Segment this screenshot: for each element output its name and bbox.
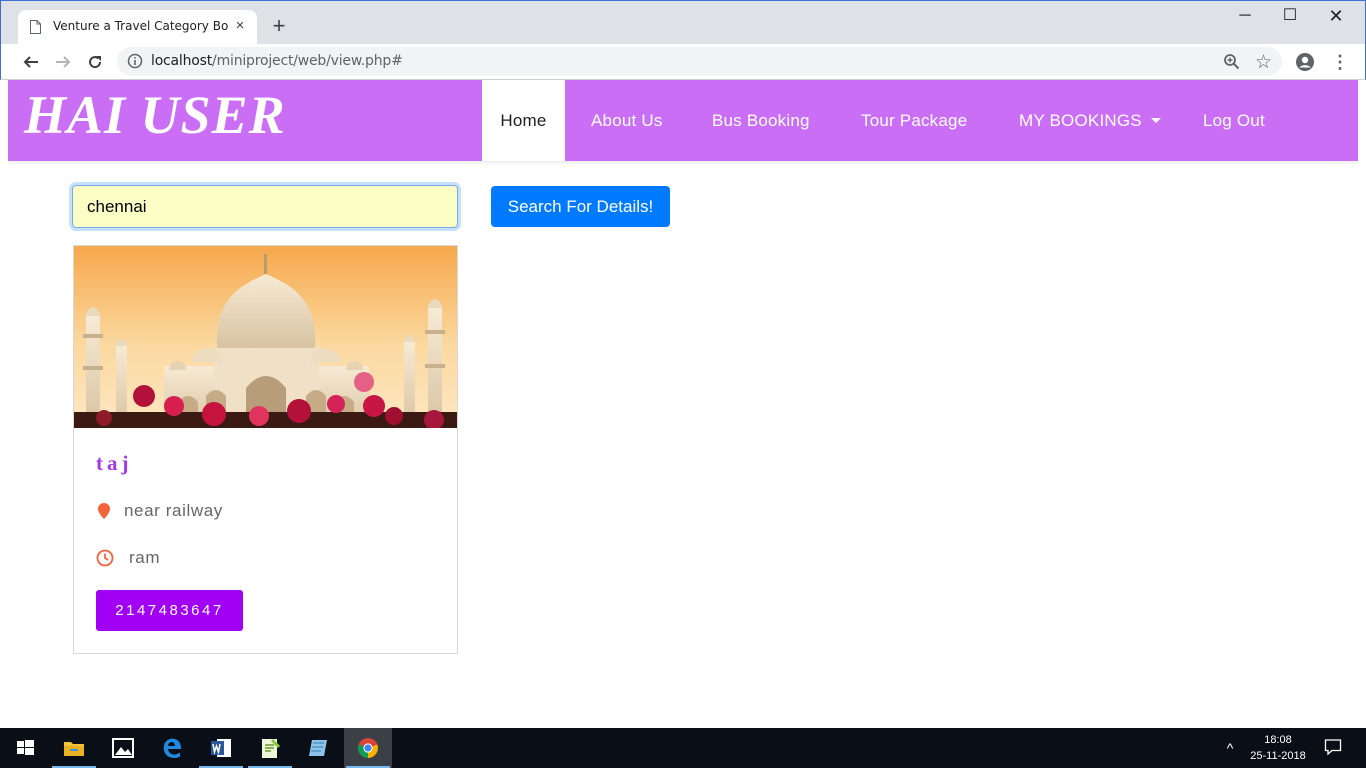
forward-arrow-icon — [56, 56, 71, 68]
window-maximize-button[interactable]: ☐ — [1280, 6, 1300, 26]
reload-button[interactable] — [83, 50, 107, 74]
taskbar-notepad-plus[interactable] — [246, 728, 294, 768]
notes-icon — [309, 740, 327, 756]
taskbar-photos[interactable] — [99, 728, 147, 768]
back-arrow-icon — [23, 56, 38, 68]
taskbar-clock[interactable]: 18:08 25-11-2018 — [1240, 732, 1316, 764]
taj-mahal-image — [74, 246, 457, 428]
clock-time: 18:08 — [1264, 734, 1292, 746]
menu-icon[interactable]: ⋮ — [1331, 52, 1349, 72]
notification-icon[interactable] — [1324, 738, 1342, 756]
zoom-icon[interactable] — [1223, 53, 1240, 70]
photos-icon — [112, 738, 134, 758]
clock-date: 25-11-2018 — [1250, 750, 1306, 762]
info-icon[interactable] — [127, 53, 143, 69]
account-icon[interactable] — [1295, 52, 1315, 72]
nav-tour-package[interactable]: Tour Package — [861, 80, 967, 161]
forward-button[interactable] — [51, 50, 75, 74]
nav-log-out[interactable]: Log Out — [1203, 80, 1265, 161]
edge-icon — [163, 738, 181, 758]
card-location-text: near railway — [124, 501, 223, 520]
clock-icon — [96, 549, 114, 567]
nav-my-bookings-dropdown[interactable]: MY BOOKINGS — [1019, 80, 1161, 161]
window-minimize-button[interactable]: ─ — [1235, 6, 1255, 26]
site-brand[interactable]: HAI USER — [24, 84, 286, 146]
start-button[interactable] — [0, 728, 48, 768]
page-icon — [30, 20, 41, 34]
taskbar-word[interactable] — [197, 728, 245, 768]
chrome-icon — [358, 738, 378, 758]
back-button[interactable] — [19, 50, 43, 74]
caret-down-icon — [1150, 118, 1161, 123]
tray-show-hidden-icon[interactable]: ^ — [1222, 740, 1238, 756]
word-icon — [211, 739, 231, 757]
card-time-text: ram — [129, 548, 161, 567]
url-text[interactable]: localhost/miniproject/web/view.php# — [151, 53, 403, 69]
notepad-icon — [262, 738, 281, 758]
map-pin-icon — [98, 503, 110, 519]
result-card: taj near railway ram 2147483647 — [73, 245, 458, 654]
card-image — [74, 246, 457, 428]
tab-close-button[interactable]: × — [232, 18, 248, 34]
url-host: localhost — [151, 53, 213, 69]
card-title[interactable]: taj — [96, 451, 133, 476]
taskbar-notes[interactable] — [295, 728, 343, 768]
window-close-button[interactable]: ✕ — [1326, 6, 1346, 26]
new-tab-button[interactable]: + — [269, 15, 289, 37]
browser-tab[interactable]: Venture a Travel Category Bootstrap × — [18, 10, 257, 45]
nav-about-us[interactable]: About Us — [591, 80, 663, 161]
site-navbar: HAI USER Home About Us Bus Booking Tour … — [8, 80, 1358, 161]
tab-title: Venture a Travel Category Bootstrap — [53, 19, 228, 33]
card-price-button[interactable]: 2147483647 — [96, 590, 243, 631]
windows-logo-icon — [17, 740, 34, 755]
page-viewport: HAI USER Home About Us Bus Booking Tour … — [8, 80, 1358, 728]
browser-toolbar: localhost/miniproject/web/view.php# ☆ ⋮ — [0, 44, 1366, 80]
search-input[interactable] — [72, 185, 458, 228]
reload-icon — [89, 56, 102, 69]
taskbar-chrome[interactable] — [344, 728, 392, 768]
address-bar[interactable]: localhost/miniproject/web/view.php# ☆ — [117, 47, 1282, 76]
nav-bus-booking[interactable]: Bus Booking — [712, 80, 810, 161]
taskbar-file-explorer[interactable] — [50, 728, 98, 768]
star-icon[interactable]: ☆ — [1255, 51, 1272, 74]
url-path: /miniproject/web/view.php# — [212, 53, 403, 69]
nav-my-bookings-label: MY BOOKINGS — [1019, 111, 1142, 130]
browser-tabstrip: Venture a Travel Category Bootstrap × + … — [0, 0, 1366, 45]
taskbar-edge[interactable] — [148, 728, 196, 768]
nav-home[interactable]: Home — [482, 80, 565, 161]
search-button[interactable]: Search For Details! — [491, 186, 670, 227]
windows-taskbar: ^ 18:08 25-11-2018 — [0, 728, 1366, 768]
folder-icon — [64, 742, 84, 756]
